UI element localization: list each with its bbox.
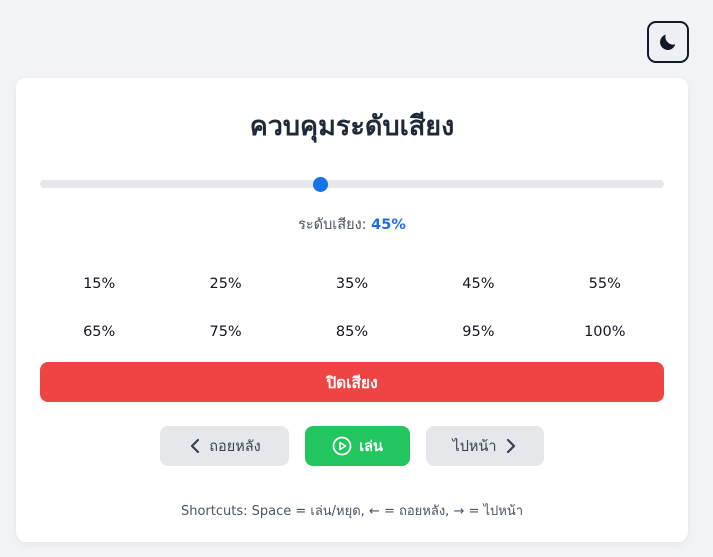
- preset-button[interactable]: 45%: [415, 260, 541, 308]
- play-button-label: เล่น: [359, 438, 383, 455]
- volume-card: ควบคุมระดับเสียง ระดับเสียง: 45% 15% 25%…: [16, 78, 688, 542]
- shortcuts-hint: Shortcuts: Space = เล่น/หยุด, ← = ถอยหลั…: [180, 504, 524, 519]
- play-circle-icon: [332, 436, 352, 456]
- back-button-label: ถอยหลัง: [209, 438, 261, 455]
- chevron-left-icon: [188, 438, 202, 454]
- volume-level-label: ระดับเสียง:: [298, 217, 367, 233]
- theme-toggle-button[interactable]: [647, 21, 689, 63]
- moon-icon: [657, 31, 679, 53]
- slider-thumb[interactable]: [313, 177, 329, 192]
- page-title: ควบคุมระดับเสียง: [249, 111, 455, 142]
- volume-level-readout: ระดับเสียง: 45%: [16, 213, 688, 236]
- next-button-label: ไปหน้า: [452, 438, 497, 455]
- preset-button[interactable]: 55%: [542, 260, 668, 308]
- mute-button[interactable]: ปิดเสียง: [40, 362, 664, 402]
- preset-button[interactable]: 25%: [162, 260, 288, 308]
- next-button[interactable]: ไปหน้า: [426, 426, 544, 466]
- play-button[interactable]: เล่น: [305, 426, 410, 466]
- preset-grid: 15% 25% 35% 45% 55% 65% 75% 85% 95% 100%: [36, 260, 668, 356]
- preset-button[interactable]: 85%: [289, 308, 415, 356]
- preset-button[interactable]: 15%: [36, 260, 162, 308]
- preset-button[interactable]: 100%: [542, 308, 668, 356]
- preset-button[interactable]: 75%: [162, 308, 288, 356]
- chevron-right-icon: [504, 438, 518, 454]
- preset-button[interactable]: 95%: [415, 308, 541, 356]
- volume-slider[interactable]: [40, 177, 664, 192]
- slider-track: [40, 180, 664, 188]
- back-button[interactable]: ถอยหลัง: [160, 426, 289, 466]
- preset-button[interactable]: 65%: [36, 308, 162, 356]
- preset-button[interactable]: 35%: [289, 260, 415, 308]
- volume-level-value: 45%: [371, 217, 406, 233]
